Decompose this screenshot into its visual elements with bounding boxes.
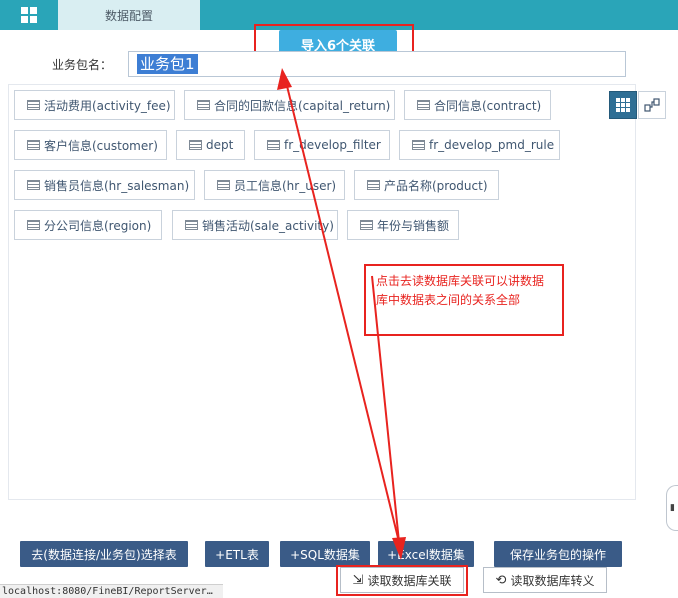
table-icon xyxy=(189,140,202,150)
table-item[interactable]: 合同信息(contract) xyxy=(404,90,551,120)
table-item[interactable]: 产品名称(product) xyxy=(354,170,499,200)
tab-data-config[interactable]: 数据配置 xyxy=(58,0,200,30)
add-etl-button[interactable]: +ETL表 xyxy=(205,541,269,567)
read-db-translation-button[interactable]: ⟲ 读取数据库转义 xyxy=(483,567,607,593)
save-package-button[interactable]: 保存业务包的操作 xyxy=(494,541,622,567)
table-icon xyxy=(360,220,373,230)
grid-view-icon xyxy=(616,98,630,112)
add-sql-button[interactable]: +SQL数据集 xyxy=(280,541,370,567)
select-table-button[interactable]: 去(数据连接/业务包)选择表 xyxy=(20,541,188,567)
status-bar-url: localhost:8080/FineBI/ReportServer… xyxy=(0,584,223,598)
menu-button[interactable] xyxy=(0,0,58,30)
highlight-box-read-relations xyxy=(336,565,468,596)
package-name-value: 业务包1 xyxy=(137,54,198,74)
annotation-note: 点击去读数据库关联可以讲数据库中数据表之间的关系全部 xyxy=(364,264,564,336)
side-handle-icon: ▮ xyxy=(670,503,675,513)
table-item[interactable]: 活动费用(activity_fee) xyxy=(14,90,175,120)
relation-view-button[interactable] xyxy=(638,91,666,119)
table-icon xyxy=(197,100,210,110)
table-item[interactable]: fr_develop_filter xyxy=(254,130,390,160)
add-excel-button[interactable]: +Excel数据集 xyxy=(378,541,474,567)
table-item[interactable]: dept xyxy=(176,130,245,160)
table-icon xyxy=(367,180,380,190)
table-icon xyxy=(217,180,230,190)
table-item[interactable]: 年份与销售额 xyxy=(347,210,459,240)
grid-view-button[interactable] xyxy=(609,91,637,119)
table-item[interactable]: 销售活动(sale_activity) xyxy=(172,210,338,240)
table-icon xyxy=(267,140,280,150)
refresh-icon: ⟲ xyxy=(495,572,507,588)
relation-view-icon xyxy=(644,98,660,112)
table-icon xyxy=(412,140,425,150)
table-icon xyxy=(27,100,40,110)
table-item[interactable]: 合同的回款信息(capital_return) xyxy=(184,90,395,120)
table-icon xyxy=(27,220,40,230)
table-item[interactable]: 分公司信息(region) xyxy=(14,210,162,240)
package-name-label: 业务包名： xyxy=(52,58,113,72)
table-icon xyxy=(417,100,430,110)
table-item[interactable]: fr_develop_pmd_rule xyxy=(399,130,560,160)
grid-menu-icon xyxy=(21,7,37,23)
table-item[interactable]: 客户信息(customer) xyxy=(14,130,167,160)
side-panel-handle[interactable]: ▮ xyxy=(666,485,678,531)
table-item[interactable]: 员工信息(hr_user) xyxy=(204,170,345,200)
table-icon xyxy=(27,140,40,150)
table-item[interactable]: 销售员信息(hr_salesman) xyxy=(14,170,195,200)
table-icon xyxy=(27,180,40,190)
package-name-input[interactable]: 业务包1 xyxy=(128,51,626,77)
table-icon xyxy=(185,220,198,230)
